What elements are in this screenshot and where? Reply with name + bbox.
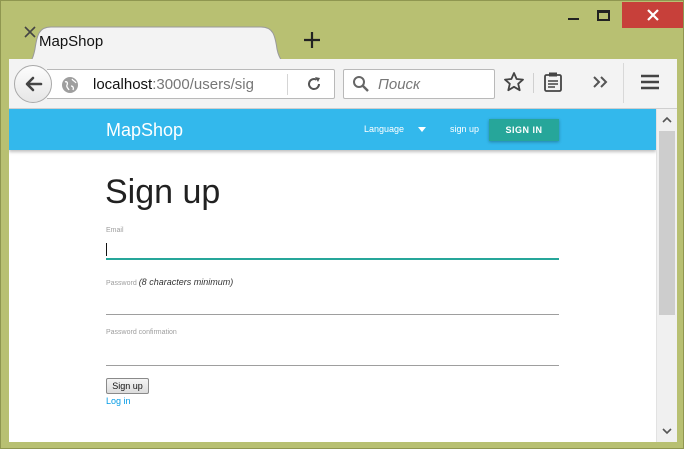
browser-window: MapShop localhost:3000/users/sig Поиск M… [0, 0, 684, 449]
bookmark-star-icon[interactable] [503, 71, 525, 93]
address-bar[interactable]: localhost:3000/users/sig [47, 69, 335, 99]
password-confirmation-field[interactable] [106, 348, 559, 366]
close-window-button[interactable] [622, 2, 683, 28]
search-box[interactable]: Поиск [343, 69, 495, 99]
password-confirmation-label: Password confirmation [106, 329, 177, 336]
url-text: localhost:3000/users/sig [93, 76, 254, 93]
password-label: Password (8 characters minimum) [106, 277, 234, 287]
email-label: Email [106, 227, 124, 234]
scroll-down-icon[interactable] [662, 426, 672, 436]
back-button[interactable] [14, 65, 52, 103]
overflow-chevron-icon[interactable] [591, 71, 611, 93]
caret-down-icon[interactable] [418, 127, 426, 132]
reading-list-icon[interactable] [543, 71, 563, 93]
minimize-button[interactable] [559, 1, 587, 29]
close-icon [646, 9, 659, 21]
site-navbar: MapShop Language sign up SIGN IN [9, 109, 656, 150]
search-placeholder: Поиск [378, 76, 421, 93]
password-field[interactable] [106, 297, 559, 315]
maximize-icon [596, 9, 610, 21]
url-divider [287, 74, 288, 95]
reload-icon[interactable] [305, 75, 323, 93]
back-arrow-icon [25, 76, 43, 92]
toolbar-divider [533, 73, 534, 93]
password-hint: (8 characters minimum) [138, 277, 234, 287]
email-field[interactable] [106, 241, 559, 259]
globe-icon [62, 77, 78, 93]
search-icon [353, 76, 369, 92]
vertical-scrollbar[interactable] [656, 109, 677, 442]
page-viewport: MapShop Language sign up SIGN IN Sign up… [9, 109, 656, 442]
page-title: Sign up [105, 173, 221, 211]
language-dropdown[interactable]: Language [364, 124, 404, 134]
minimize-icon [567, 18, 579, 20]
maximize-button[interactable] [589, 1, 617, 29]
browser-toolbar: localhost:3000/users/sig Поиск [9, 59, 677, 109]
scroll-up-icon[interactable] [662, 115, 672, 125]
tab-title: MapShop [39, 33, 104, 50]
scrollbar-thumb[interactable] [659, 131, 675, 315]
toolbar-divider [623, 63, 624, 103]
nav-signup-link[interactable]: sign up [450, 124, 479, 134]
new-tab-icon[interactable] [301, 29, 323, 51]
signin-button[interactable]: SIGN IN [489, 119, 559, 141]
site-logo[interactable]: MapShop [106, 120, 183, 141]
text-cursor [106, 243, 107, 256]
menu-hamburger-icon[interactable] [639, 71, 661, 93]
signup-submit-button[interactable]: Sign up [106, 378, 149, 394]
login-link[interactable]: Log in [106, 396, 131, 406]
tab-close-icon[interactable] [21, 23, 39, 41]
